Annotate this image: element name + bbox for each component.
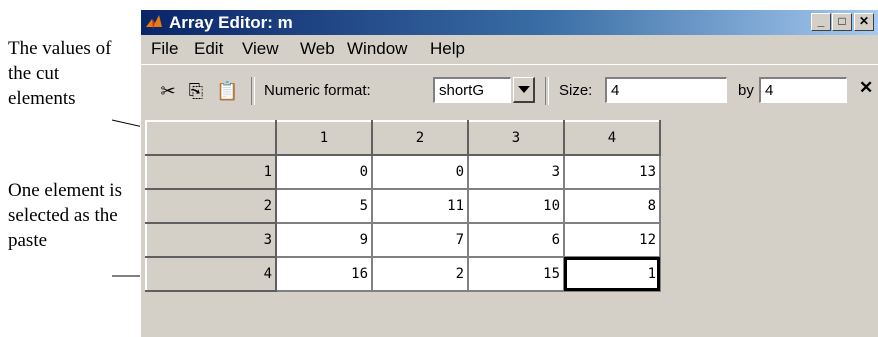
grid-cell[interactable]: 13 [564, 155, 661, 190]
minimize-button[interactable]: _ [811, 13, 831, 31]
column-header[interactable]: 4 [563, 120, 661, 156]
grid-cell[interactable]: 0 [276, 155, 373, 190]
maximize-button[interactable]: □ [832, 13, 852, 31]
column-header[interactable]: 1 [275, 120, 373, 156]
toolbar-separator [251, 77, 255, 105]
menu-view[interactable]: View [242, 39, 279, 59]
row-header[interactable]: 4 [145, 256, 277, 292]
menu-bar: File Edit View Web Window Help [141, 36, 878, 64]
menu-edit[interactable]: Edit [194, 39, 223, 59]
by-label: by [738, 82, 754, 99]
array-grid: 1 2 3 4 1 0 0 3 13 2 5 11 10 8 3 9 7 6 1… [145, 120, 661, 292]
toolbar: ✂ ⎘ 📋 Numeric format: shortG Size: 4 by … [141, 64, 878, 117]
grid-cell[interactable]: 15 [468, 257, 565, 292]
window-title: Array Editor: m [169, 13, 293, 32]
corner-header [145, 120, 277, 156]
table-row: 4 16 2 15 1 [145, 256, 661, 292]
grid-cell[interactable]: 9 [276, 223, 373, 258]
grid-cell[interactable]: 12 [564, 223, 661, 258]
column-header[interactable]: 3 [467, 120, 565, 156]
chevron-down-icon[interactable] [513, 77, 535, 103]
table-row: 1 0 0 3 13 [145, 154, 661, 190]
close-icon[interactable]: ✕ [859, 78, 873, 98]
grid-cell[interactable]: 3 [468, 155, 565, 190]
menu-file[interactable]: File [151, 39, 178, 59]
grid-cell[interactable]: 11 [372, 189, 469, 224]
table-row: 3 9 7 6 12 [145, 222, 661, 258]
table-row: 2 5 11 10 8 [145, 188, 661, 224]
numeric-format-label: Numeric format: [264, 82, 371, 99]
column-header[interactable]: 2 [371, 120, 469, 156]
paste-icon[interactable]: 📋 [216, 80, 238, 102]
grid-cell[interactable]: 8 [564, 189, 661, 224]
grid-cell[interactable]: 5 [276, 189, 373, 224]
copy-icon[interactable]: ⎘ [185, 80, 207, 102]
numeric-format-select[interactable]: shortG [433, 77, 511, 103]
cut-values-annotation: The values of the cut elements [8, 38, 112, 109]
size-cols-input[interactable]: 4 [759, 77, 847, 103]
paste-target-annotation: One element is selected as the paste [8, 180, 122, 251]
grid-cell[interactable]: 16 [276, 257, 373, 292]
row-header[interactable]: 2 [145, 188, 277, 224]
grid-cell[interactable]: 10 [468, 189, 565, 224]
close-window-button[interactable]: ✕ [854, 13, 874, 31]
menu-help[interactable]: Help [430, 39, 465, 59]
title-bar[interactable]: Array Editor: m _ □ ✕ [141, 10, 878, 35]
matlab-logo-icon [146, 15, 162, 29]
selected-grid-cell[interactable]: 1 [564, 257, 661, 292]
grid-cell[interactable]: 0 [372, 155, 469, 190]
array-editor-window: Array Editor: m _ □ ✕ File Edit View Web… [140, 10, 878, 337]
menu-web[interactable]: Web [300, 39, 335, 59]
menu-window[interactable]: Window [347, 39, 407, 59]
cut-icon[interactable]: ✂ [157, 80, 179, 102]
toolbar-separator [545, 77, 549, 105]
grid-cell[interactable]: 2 [372, 257, 469, 292]
size-rows-input[interactable]: 4 [605, 77, 727, 103]
size-label: Size: [559, 82, 593, 99]
row-header[interactable]: 1 [145, 154, 277, 190]
grid-cell[interactable]: 7 [372, 223, 469, 258]
grid-cell[interactable]: 6 [468, 223, 565, 258]
row-header[interactable]: 3 [145, 222, 277, 258]
